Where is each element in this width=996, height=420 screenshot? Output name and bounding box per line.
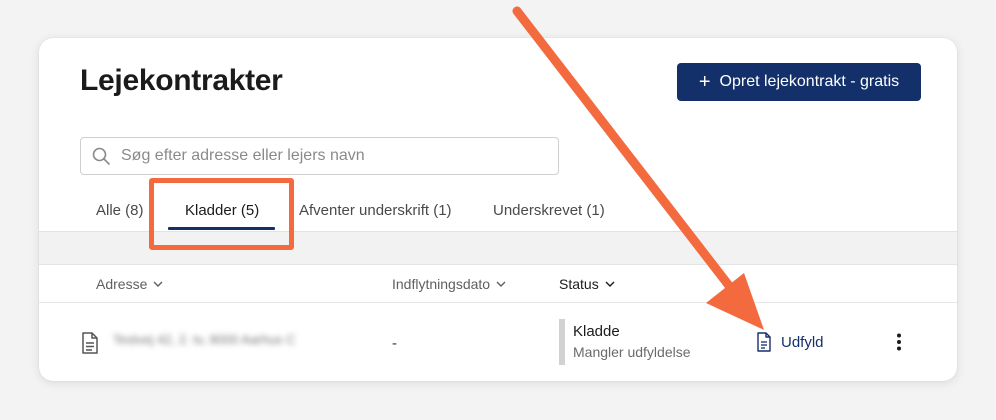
plus-icon: +: [698, 71, 711, 93]
document-icon: [81, 332, 99, 359]
create-contract-button[interactable]: + Opret lejekontrakt - gratis: [677, 63, 921, 101]
status-indicator-bar: [559, 319, 565, 365]
contracts-card: Lejekontrakter + Opret lejekontrakt - gr…: [39, 38, 957, 381]
create-contract-label: Opret lejekontrakt - gratis: [719, 73, 900, 90]
table-header-divider: [39, 302, 957, 303]
column-header-address[interactable]: Adresse: [96, 276, 163, 292]
tab-all[interactable]: Alle (8): [96, 202, 144, 219]
row-status: Kladde: [573, 323, 620, 340]
search-input[interactable]: [119, 146, 543, 166]
chevron-down-icon: [605, 281, 615, 288]
more-options-icon[interactable]: [895, 332, 903, 357]
column-header-status[interactable]: Status: [559, 276, 615, 292]
row-move-in-date: -: [392, 335, 397, 352]
column-header-move-in-date[interactable]: Indflytningsdato: [392, 276, 506, 292]
page-title: Lejekontrakter: [80, 64, 283, 97]
tab-signed[interactable]: Underskrevet (1): [493, 202, 605, 219]
chevron-down-icon: [496, 281, 506, 288]
highlight-box: [149, 178, 294, 250]
fill-in-link[interactable]: Udfyld: [756, 332, 824, 352]
row-address: Testvej 42, 2. tv, 8000 Aarhus C: [113, 332, 296, 347]
page: Lejekontrakter + Opret lejekontrakt - gr…: [0, 0, 996, 420]
tab-awaiting-signature[interactable]: Afventer underskrift (1): [299, 202, 452, 219]
column-header-move-in-date-label: Indflytningsdato: [392, 276, 491, 292]
search-box[interactable]: [80, 137, 559, 175]
document-icon: [756, 332, 772, 352]
search-icon: [91, 146, 111, 166]
column-header-status-label: Status: [559, 276, 599, 292]
row-status-detail: Mangler udfyldelse: [573, 344, 691, 360]
column-header-address-label: Adresse: [96, 276, 148, 292]
chevron-down-icon: [153, 281, 163, 288]
fill-in-label: Udfyld: [781, 333, 824, 351]
